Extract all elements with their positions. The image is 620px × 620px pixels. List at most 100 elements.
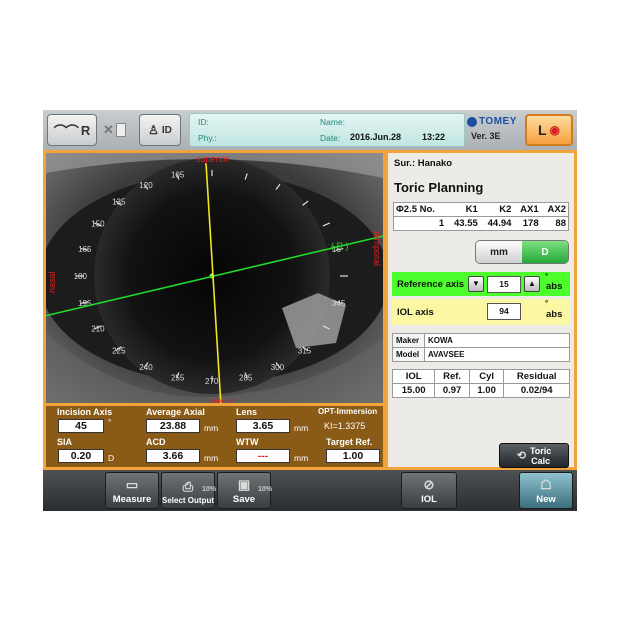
wtw-field[interactable]: --- — [236, 449, 290, 463]
unit-d-button[interactable]: D — [522, 241, 568, 263]
lens-unit: mm — [294, 423, 309, 433]
select-output-button[interactable]: ⎙ 10% Select Output — [161, 472, 216, 509]
id-button-label: ID — [161, 124, 172, 136]
reference-axis-increase-button[interactable]: ▲ — [524, 276, 540, 292]
iol-icon: ⊘ — [423, 477, 435, 492]
page-title: Toric Planning — [394, 180, 484, 195]
monitor-icon: ▭ — [125, 477, 139, 492]
new-label: New — [536, 494, 556, 505]
iol-axis-abs: abs — [546, 309, 563, 320]
axis-tick-label: 105 — [171, 170, 185, 179]
table-header-cell: Ref. — [434, 369, 470, 384]
table-cell: 0.97 — [434, 383, 470, 398]
table-cell: 1 — [393, 216, 447, 231]
table-header-row: Φ2.5 No. K1 K2 AX1 AX2 — [393, 202, 569, 217]
surname-label: Sur.: — [394, 158, 416, 169]
iol-axis-field[interactable]: 94 — [487, 303, 521, 320]
table-header-cell: Residual — [503, 369, 570, 384]
time-value: 13:22 — [422, 132, 446, 142]
sia-label: SIA — [57, 437, 73, 447]
table-row[interactable]: Maker KOWA — [392, 333, 570, 348]
maker-label: Maker — [392, 333, 425, 348]
axis-tick-label: 135 — [112, 198, 126, 207]
tomey-logo: TOMEY Ver. 3E — [467, 114, 523, 146]
measure-button[interactable]: ▭ Measure — [105, 472, 159, 509]
reference-axis-row: Reference axis ▼ 15 ▲ ° abs — [392, 272, 570, 296]
incision-axis-unit: ° — [108, 417, 112, 427]
axis-tick-label: 225 — [112, 346, 126, 355]
table-row[interactable]: 1 43.55 44.94 178 88 — [393, 216, 569, 231]
save-button[interactable]: ▣ 10% Save — [217, 472, 272, 509]
table-row[interactable]: Model AVAVSEE — [392, 347, 570, 362]
degree-mark: ° — [545, 299, 549, 308]
table-row[interactable]: 15.00 0.97 1.00 0.02/94 — [391, 383, 570, 398]
acd-unit: mm — [204, 453, 219, 463]
target-ref-label: Target Ref. — [326, 437, 373, 447]
axis-tick-label: 165 — [78, 245, 92, 254]
reference-axis-input[interactable]: 15 — [487, 276, 521, 293]
surname: Sur.: Hanako — [394, 158, 452, 169]
select-output-label: Select Output — [162, 496, 215, 505]
eye-image-panel[interactable]: 135 120 105 150 165 180 195 210 225 240 255 270 285 3… — [43, 150, 386, 406]
incision-axis-field[interactable]: 45 — [58, 419, 104, 433]
name-field-label: Name: — [320, 117, 346, 127]
axis-tick-label: 180 — [74, 272, 88, 281]
left-eye-button[interactable]: L ◉ — [525, 114, 573, 146]
axis-tick-label: 150 — [91, 219, 105, 228]
right-eye-button[interactable]: ⌒⌒ R — [47, 114, 97, 146]
target-ref-field[interactable]: 1.00 — [326, 449, 380, 463]
new-icon: ☖ — [540, 477, 552, 492]
toric-calc-line2: Calc — [531, 455, 551, 466]
acd-field[interactable]: 3.66 — [146, 449, 200, 463]
patient-info-field[interactable]: ID: Name: Phy.: Date: 2016.Jun.28 13:22 — [189, 113, 465, 147]
reference-axis-label: Reference axis — [397, 279, 465, 290]
surname-value: Hanako — [417, 158, 453, 169]
save-label: Save — [232, 494, 256, 505]
inferior-label: inferior — [209, 397, 234, 406]
top-bar: ⌒⌒ R ✕ ♙ ID ID: Name: Phy.: Date: 2016.J… — [43, 110, 577, 150]
toric-calc-button[interactable]: ⟲ Toric Calc — [499, 443, 569, 468]
eye-icon: ⌒⌒ — [53, 123, 79, 139]
reference-axis-decrease-button[interactable]: ▼ — [468, 276, 484, 292]
iol-axis-label: IOL axis — [397, 307, 434, 318]
id-field-label: ID: — [198, 117, 209, 127]
axis-tick-label: 120 — [139, 181, 153, 190]
eye-image: 135120105150165180195210225240255 270 2853… — [46, 153, 383, 406]
toric-planning-screen: ⌒⌒ R ✕ ♙ ID ID: Name: Phy.: Date: 2016.J… — [43, 110, 577, 511]
toric-calc-label: Toric Calc — [530, 446, 551, 466]
table-header-cell: IOL — [391, 369, 436, 384]
degree-mark: ° — [545, 272, 549, 281]
keratometry-table: Φ2.5 No. K1 K2 AX1 AX2 1 43.55 44.94 178… — [393, 202, 569, 231]
axis-tick-label: 300 — [271, 363, 285, 372]
patient-id-button[interactable]: ♙ ID — [139, 114, 181, 146]
average-axial-field[interactable]: 23.88 — [146, 419, 200, 433]
lens-label: Lens — [236, 407, 258, 417]
new-button[interactable]: ☖ New — [519, 472, 573, 509]
table-cell: 178 — [513, 216, 541, 231]
sia-field[interactable]: 0.20 — [58, 449, 104, 463]
lens-field[interactable]: 3.65 — [236, 419, 290, 433]
table-header-cell: Φ2.5 No. — [393, 202, 447, 217]
maker-value: KOWA — [424, 333, 570, 348]
model-label: Model — [392, 347, 425, 362]
result-table: IOL Ref. Cyl Residual 15.00 0.97 1.00 0.… — [391, 369, 570, 398]
table-header-row: IOL Ref. Cyl Residual — [391, 369, 570, 384]
phy-field-label: Phy.: — [198, 133, 217, 143]
incision-axis-label: Incision Axis — [57, 407, 113, 417]
unit-mm-button[interactable]: mm — [476, 241, 522, 263]
table-header-cell: K2 — [479, 202, 514, 217]
tomey-logo-icon — [467, 116, 477, 127]
iol-button[interactable]: ⊘ IOL — [401, 472, 457, 509]
output-icon: ⎙ — [182, 479, 194, 494]
table-cell: 0.02/94 — [503, 383, 570, 398]
bottom-toolbar: ▭ Measure ⎙ 10% Select Output ▣ 10% Save… — [43, 470, 577, 511]
temporal-label: temporal — [372, 231, 382, 266]
sia-unit: D — [108, 453, 115, 463]
measure-label: Measure — [112, 494, 152, 505]
wtw-unit: mm — [294, 453, 309, 463]
card-reader-icon: ✕ — [103, 119, 137, 141]
left-eye-label: L — [537, 122, 547, 138]
ki-value: KI=1.3375 — [324, 421, 366, 431]
iol-label: IOL — [421, 494, 437, 505]
toric-icon: ⟲ — [516, 449, 526, 462]
